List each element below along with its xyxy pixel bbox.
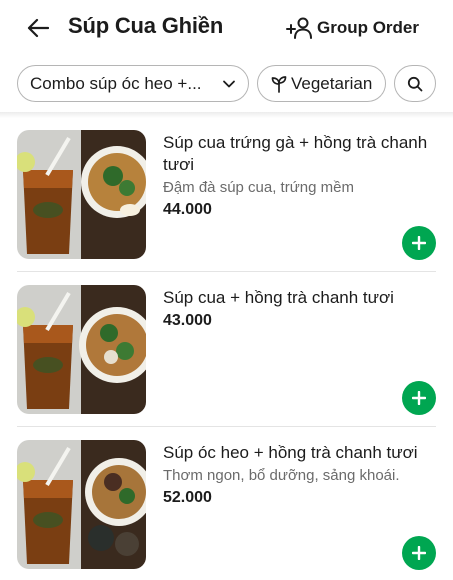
chevron-down-icon xyxy=(223,80,235,88)
menu-item-info: Súp óc heo + hồng trà chanh tươi Thơm ng… xyxy=(163,442,443,507)
arrow-left-icon xyxy=(27,18,49,38)
menu-item[interactable]: Súp cua trứng gà + hồng trà chanh tươi Đ… xyxy=(0,130,453,285)
add-to-cart-button[interactable] xyxy=(402,536,436,570)
sprout-icon xyxy=(270,75,288,93)
vegetarian-filter-chip[interactable]: Vegetarian xyxy=(257,65,386,102)
add-to-cart-button[interactable] xyxy=(402,381,436,415)
add-to-cart-button[interactable] xyxy=(402,226,436,260)
menu-item-name: Súp óc heo + hồng trà chanh tươi xyxy=(163,443,418,462)
combo-category-dropdown[interactable]: Combo súp óc heo +... xyxy=(17,65,249,102)
menu-item-image xyxy=(17,285,146,414)
group-order-button[interactable]: Group Order xyxy=(285,16,419,40)
combo-category-label: Combo súp óc heo +... xyxy=(30,73,202,93)
menu-item[interactable]: Súp óc heo + hồng trà chanh tươi Thơm ng… xyxy=(0,440,453,580)
plus-icon xyxy=(412,391,426,405)
search-icon xyxy=(407,76,423,91)
menu-item-price: 52.000 xyxy=(163,489,212,506)
menu-item-image xyxy=(17,440,146,569)
menu-item[interactable]: Súp cua + hồng trà chanh tươi 43.000 xyxy=(0,285,453,440)
menu-item-description: Thơm ngon, bổ dưỡng, sảng khoái. xyxy=(163,467,400,484)
search-button[interactable] xyxy=(394,65,436,102)
menu-item-info: Súp cua + hồng trà chanh tươi 43.000 xyxy=(163,287,443,330)
menu-item-price: 43.000 xyxy=(163,312,212,329)
menu-item-price: 44.000 xyxy=(163,201,212,218)
group-order-label: Group Order xyxy=(316,18,419,37)
header-shadow xyxy=(0,112,453,118)
plus-icon xyxy=(412,546,426,560)
app-header: Súp Cua Ghiền Group Order xyxy=(0,0,453,58)
row-divider xyxy=(17,271,436,272)
menu-item-description: Đậm đà súp cua, trứng mềm xyxy=(163,179,354,196)
menu-item-image xyxy=(17,130,146,259)
plus-icon xyxy=(412,236,426,250)
page-title: Súp Cua Ghiền xyxy=(68,13,224,38)
vegetarian-filter-label: Vegetarian xyxy=(291,73,373,93)
menu-item-name: Súp cua + hồng trà chanh tươi xyxy=(163,288,394,307)
menu-item-info: Súp cua trứng gà + hồng trà chanh tươi Đ… xyxy=(163,132,443,219)
back-button[interactable] xyxy=(24,14,52,42)
row-divider xyxy=(17,426,436,427)
filter-bar: Combo súp óc heo +... Vegetarian xyxy=(0,60,453,112)
users-plus-icon xyxy=(285,16,314,40)
menu-item-name: Súp cua trứng gà + hồng trà chanh tươi xyxy=(163,133,428,174)
